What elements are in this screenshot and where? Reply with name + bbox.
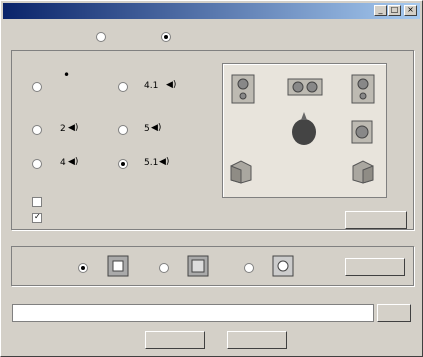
speaker-radio-2[interactable] <box>118 82 128 92</box>
speaker-radio-6[interactable] <box>118 159 128 169</box>
speaker-option-checkbox-1[interactable] <box>32 197 42 207</box>
speaker-sound-icon: ◀) <box>68 157 79 167</box>
title-bar: _ □ × <box>3 3 420 19</box>
environment-icon-2 <box>187 255 209 277</box>
rear-right-speaker-icon <box>352 160 374 184</box>
speaker-option-4-label: 5 <box>144 124 150 134</box>
speaker-option-6-label: 5.1 <box>144 158 159 168</box>
speaker-radio-5[interactable] <box>32 159 42 169</box>
speaker-sound-icon: ◀) <box>68 123 79 133</box>
speaker-sound-icon: ◀) <box>159 157 170 167</box>
prefs-radio-2[interactable] <box>161 32 171 42</box>
environment-radio-2[interactable] <box>159 263 169 273</box>
prefs-radio-1[interactable] <box>96 32 106 42</box>
mono-speaker-icon: • <box>63 68 71 82</box>
subwoofer-icon <box>351 120 373 144</box>
speaker-option-checkbox-2[interactable]: ✓ <box>32 212 42 223</box>
maximize-button[interactable]: □ <box>388 5 401 16</box>
environment-settings-button[interactable] <box>345 258 405 276</box>
environment-icon-3 <box>272 255 294 277</box>
speaker-option-5-label: 4 <box>60 158 66 168</box>
listener-head-icon <box>292 112 316 145</box>
speaker-layout-preview <box>222 63 387 198</box>
speaker-test-button[interactable] <box>345 211 407 229</box>
environment-icon-1 <box>107 255 129 277</box>
minimize-button[interactable]: _ <box>374 5 387 16</box>
front-right-speaker-icon <box>351 74 375 104</box>
close-button[interactable]: × <box>404 5 417 16</box>
checkmark-icon: ✓ <box>34 212 41 221</box>
browse-button[interactable] <box>377 304 411 322</box>
dialog-window: _ □ × • 4.1 ◀) 2 ◀) 5 ◀) 4 ◀) 5.1 ◀) ✓ <box>0 0 423 357</box>
cancel-button[interactable] <box>227 331 287 349</box>
path-input[interactable] <box>12 304 374 322</box>
ok-button[interactable] <box>145 331 205 349</box>
speaker-option-3-label: 2 <box>60 124 66 134</box>
speaker-radio-1[interactable] <box>32 82 42 92</box>
rear-left-speaker-icon <box>230 160 252 184</box>
speaker-sound-icon: ◀) <box>166 80 177 90</box>
environment-radio-3[interactable] <box>244 263 254 273</box>
speaker-option-2-label: 4.1 <box>144 81 159 91</box>
speaker-radio-4[interactable] <box>118 125 128 135</box>
center-speaker-icon <box>287 78 323 96</box>
speaker-radio-3[interactable] <box>32 125 42 135</box>
environment-radio-1[interactable] <box>78 263 88 273</box>
front-left-speaker-icon <box>231 74 255 104</box>
speaker-sound-icon: ◀) <box>151 123 162 133</box>
